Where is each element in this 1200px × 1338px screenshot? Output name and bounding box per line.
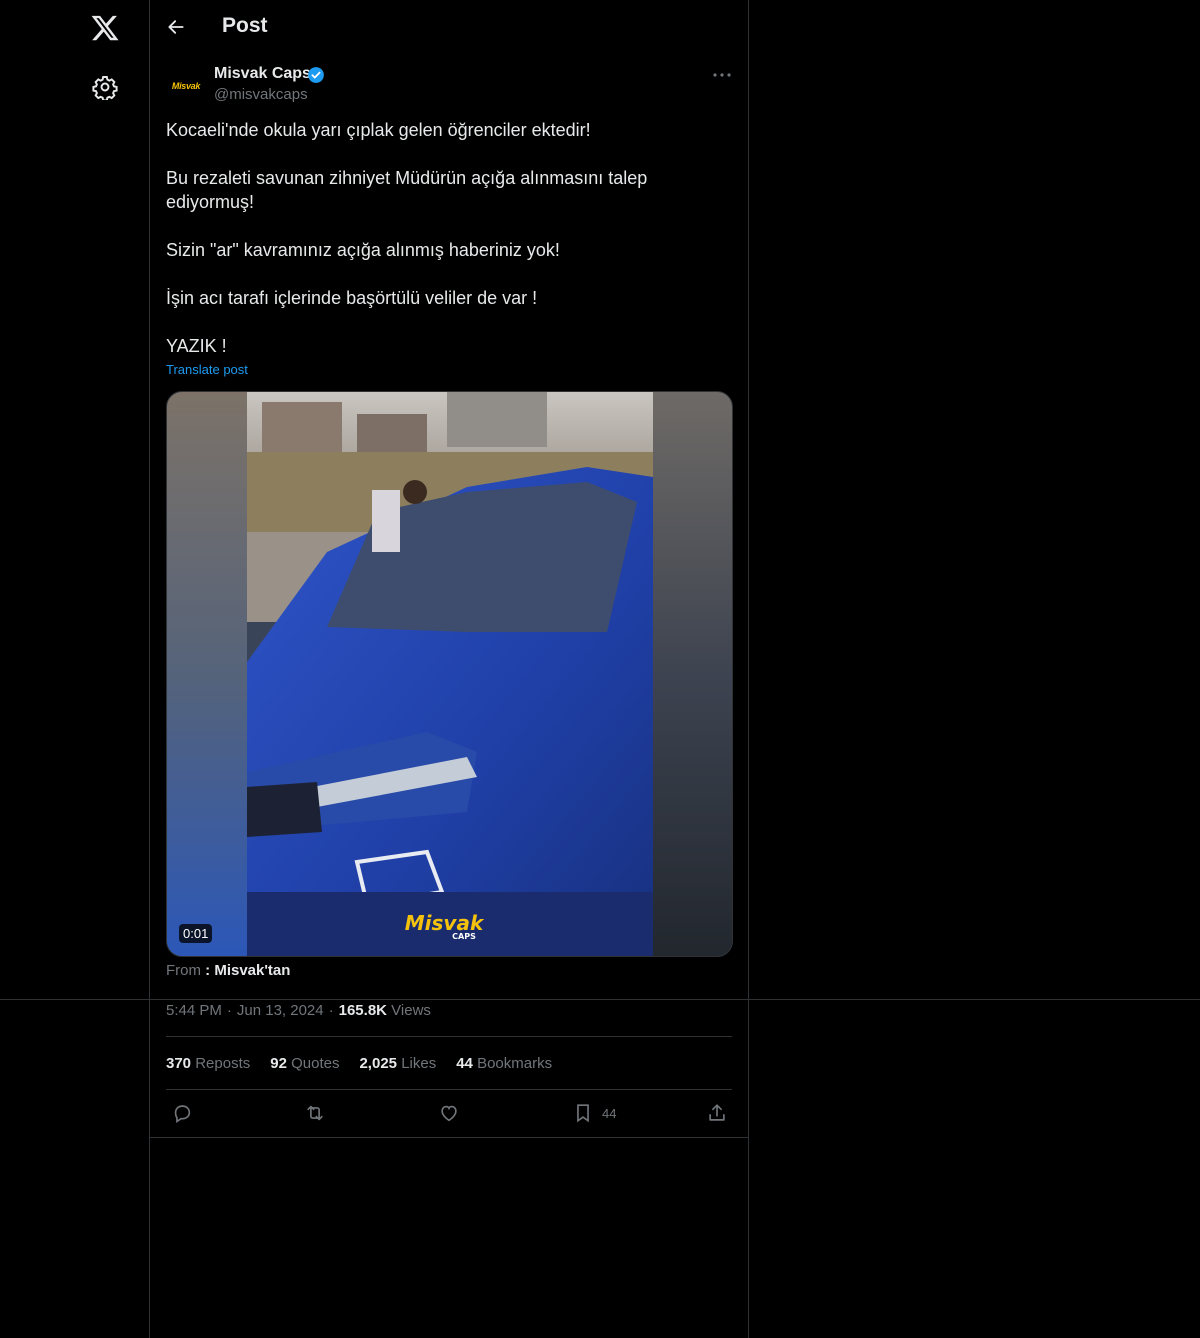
bookmarks-stat[interactable]: 44 Bookmarks	[456, 1055, 552, 1072]
tweet-text: Kocaeli'nde okula yarı çıplak gelen öğre…	[166, 118, 732, 358]
avatar-logo-text: Misvak	[171, 81, 201, 91]
author-handle[interactable]: @misvakcaps	[214, 86, 308, 103]
engagement-stats: 370 Reposts 92 Quotes 2,025 Likes 44 Boo…	[166, 1055, 552, 1072]
more-options-icon[interactable]	[710, 66, 734, 84]
tweet-paragraph: YAZIK !	[166, 336, 227, 356]
heart-icon	[441, 1105, 457, 1122]
post-header: Post	[150, 0, 748, 54]
share-button[interactable]	[706, 1102, 728, 1124]
back-arrow-icon[interactable]	[166, 17, 186, 37]
post-column: Post Misvak Misvak Caps @misvakcaps Koca…	[149, 0, 749, 1338]
like-button[interactable]	[438, 1102, 460, 1124]
video-source[interactable]: From : Misvak'tan	[166, 962, 290, 979]
avatar[interactable]: Misvak	[166, 66, 206, 106]
source-name[interactable]: : Misvak'tan	[205, 962, 290, 979]
verified-badge-icon	[307, 66, 325, 84]
video-frame: Misvak CAPS	[167, 392, 732, 956]
views-label: Views	[391, 1002, 431, 1019]
quotes-stat[interactable]: 92 Quotes	[270, 1055, 339, 1072]
action-bar: 44	[166, 1098, 732, 1128]
translate-post-link[interactable]: Translate post	[166, 362, 248, 377]
divider	[166, 1036, 732, 1037]
repost-button[interactable]	[304, 1102, 326, 1124]
page-title: Post	[222, 14, 268, 37]
video-player[interactable]: Misvak CAPS 0:01	[166, 391, 733, 957]
source-prefix: From	[166, 962, 201, 979]
left-nav	[0, 0, 150, 1338]
tweet-paragraph: İşin acı tarafı içlerinde başörtülü veli…	[166, 288, 538, 308]
reposts-stat[interactable]: 370 Reposts	[166, 1055, 250, 1072]
post-date[interactable]: Jun 13, 2024	[237, 1002, 324, 1019]
post-time[interactable]: 5:44 PM	[166, 1002, 222, 1019]
share-icon	[709, 1104, 725, 1121]
bookmark-count: 44	[602, 1105, 617, 1121]
divider	[166, 1089, 732, 1090]
x-logo-icon[interactable]	[88, 11, 122, 45]
post-meta: 5:44 PM · Jun 13, 2024 · 165.8K Views	[166, 1002, 431, 1019]
reply-icon	[174, 1105, 191, 1123]
tweet-paragraph: Sizin "ar" kavramınız açığa alınmış habe…	[166, 240, 560, 260]
post-bottom-border	[150, 1137, 748, 1138]
video-duration-badge: 0:01	[179, 924, 213, 943]
views-count: 165.8K	[338, 1002, 387, 1019]
bookmark-button[interactable]: 44	[572, 1102, 616, 1124]
repost-icon	[307, 1105, 323, 1121]
reply-button[interactable]	[171, 1102, 193, 1124]
author-name[interactable]: Misvak Caps	[214, 65, 311, 83]
video-watermark-subtext: CAPS	[452, 932, 476, 941]
tweet-paragraph: Kocaeli'nde okula yarı çıplak gelen öğre…	[166, 120, 591, 140]
tweet-paragraph: Bu rezaleti savunan zihniyet Müdürün açı…	[166, 168, 648, 212]
likes-stat[interactable]: 2,025 Likes	[359, 1055, 436, 1072]
bookmark-icon	[577, 1104, 589, 1123]
gear-icon[interactable]	[92, 74, 118, 102]
